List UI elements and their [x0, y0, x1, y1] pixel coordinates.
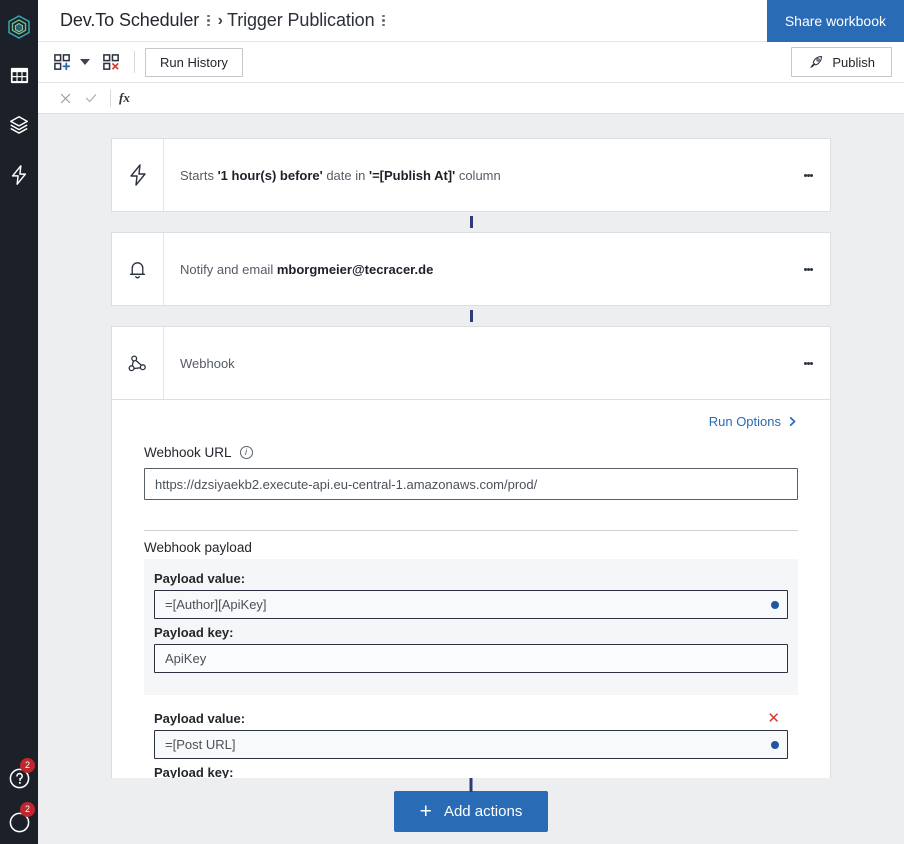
webhook-card-menu-icon[interactable]	[786, 327, 830, 399]
plus-icon: +	[419, 799, 432, 823]
toolbar-divider	[134, 51, 135, 73]
rail-bottom-group: 2 2	[0, 756, 38, 844]
payload-value-input[interactable]	[154, 590, 788, 619]
automation-canvas: Starts '1 hour(s) before' date in '=[Pub…	[38, 114, 904, 844]
payload-key-input[interactable]	[154, 644, 788, 673]
formula-indicator-dot[interactable]	[771, 740, 779, 749]
check-icon[interactable]	[78, 91, 104, 105]
run-options-link[interactable]: Run Options	[144, 414, 798, 445]
add-actions-bar: + Add actions	[38, 778, 904, 844]
breadcrumb-separator: ›	[217, 11, 223, 29]
webhook-url-label-row: Webhook URL i	[144, 445, 798, 460]
webhook-card-body: Webhook	[164, 327, 786, 399]
payload-key-label: Payload key:	[154, 625, 234, 640]
payload-value-label: Payload value:	[154, 711, 246, 726]
chevron-right-icon	[789, 416, 796, 427]
webhook-config-panel: Run Options Webhook URL i Webhook payloa…	[111, 400, 831, 785]
publish-button[interactable]: Publish	[791, 47, 892, 77]
publish-label: Publish	[832, 54, 875, 70]
trigger-card[interactable]: Starts '1 hour(s) before' date in '=[Pub…	[111, 138, 831, 212]
flow-connector	[111, 306, 831, 326]
formula-indicator-dot[interactable]	[771, 600, 779, 609]
trigger-card-menu-icon[interactable]	[786, 139, 830, 211]
delete-block-icon[interactable]	[99, 50, 124, 75]
trigger-card-body: Starts '1 hour(s) before' date in '=[Pub…	[164, 139, 786, 211]
webhook-icon	[112, 327, 164, 399]
notifications-badge: 2	[20, 802, 35, 817]
formula-bar: fx	[38, 83, 904, 114]
payload-value-row: Payload value: ✕	[154, 705, 788, 730]
notify-card-menu-icon[interactable]	[786, 233, 830, 305]
help-badge: 2	[20, 758, 35, 773]
payload-value-input-wrap	[154, 730, 788, 759]
add-block-dropdown-caret[interactable]	[80, 59, 90, 65]
payload-entry: Payload value: ✕ Payload key:	[144, 695, 798, 780]
top-bar: Dev.To Scheduler › Trigger Publication S…	[38, 0, 904, 42]
notify-card-body: Notify and email mborgmeier@tecracer.de	[164, 233, 786, 305]
payload-entry: Payload value: Payload key:	[144, 559, 798, 695]
payload-value-input-wrap	[154, 590, 788, 619]
webhook-payload-title: Webhook payload	[144, 540, 252, 555]
hexagon-logo[interactable]	[6, 14, 32, 40]
app-root: 2 2 Dev.To Scheduler › Trigger Publicati…	[0, 0, 904, 844]
add-actions-label: Add actions	[443, 802, 523, 820]
left-rail: 2 2	[0, 0, 38, 844]
flow-connector	[111, 212, 831, 232]
toolbar: Run History Publish	[38, 42, 904, 83]
webhook-config-inner: Run Options Webhook URL i Webhook payloa…	[112, 400, 830, 780]
breadcrumb-workbook-title[interactable]: Dev.To Scheduler	[60, 10, 199, 31]
layers-icon	[10, 116, 28, 134]
sidebar-item-automations[interactable]	[4, 160, 34, 190]
webhook-card-text: Webhook	[180, 355, 235, 371]
workbook-menu-icon[interactable]	[207, 14, 210, 27]
grid-table-icon	[10, 67, 28, 83]
lightning-bolt-icon	[112, 139, 164, 211]
close-icon[interactable]	[52, 92, 78, 105]
sidebar-item-layers[interactable]	[4, 110, 34, 140]
sidebar-item-notifications[interactable]: 2	[0, 800, 38, 844]
webhook-card[interactable]: Webhook	[111, 326, 831, 400]
breadcrumb-page-title[interactable]: Trigger Publication	[227, 10, 375, 31]
payload-value-input[interactable]	[154, 730, 788, 759]
share-workbook-button[interactable]: Share workbook	[766, 0, 904, 42]
notify-card-text: Notify and email mborgmeier@tecracer.de	[180, 261, 434, 277]
flow-container: Starts '1 hour(s) before' date in '=[Pub…	[111, 114, 831, 785]
sidebar-item-help[interactable]: 2	[0, 756, 38, 800]
rocket-icon	[810, 56, 823, 69]
notify-card[interactable]: Notify and email mborgmeier@tecracer.de	[111, 232, 831, 306]
bell-icon	[112, 233, 164, 305]
main-area: Dev.To Scheduler › Trigger Publication S…	[38, 0, 904, 844]
lightning-bolt-icon	[11, 165, 27, 185]
add-block-icon[interactable]	[50, 50, 75, 75]
payload-key-input-wrap	[154, 644, 788, 673]
webhook-url-input[interactable]	[144, 468, 798, 500]
webhook-url-label: Webhook URL	[144, 445, 232, 460]
function-icon[interactable]: fx	[119, 90, 130, 106]
add-actions-button[interactable]: + Add actions	[393, 790, 549, 832]
page-menu-icon[interactable]	[382, 14, 385, 27]
info-icon[interactable]: i	[239, 446, 253, 459]
run-history-button[interactable]: Run History	[145, 47, 243, 77]
sidebar-item-tables[interactable]	[4, 60, 34, 90]
run-options-label: Run Options	[708, 414, 781, 429]
remove-payload-icon[interactable]: ✕	[767, 709, 788, 727]
payload-value-row: Payload value:	[154, 565, 788, 590]
payload-value-label: Payload value:	[154, 571, 246, 586]
formula-bar-divider	[110, 89, 111, 107]
flow-connector-bottom	[469, 778, 473, 792]
trigger-card-text: Starts '1 hour(s) before' date in '=[Pub…	[180, 167, 501, 183]
panel-divider	[144, 530, 798, 531]
